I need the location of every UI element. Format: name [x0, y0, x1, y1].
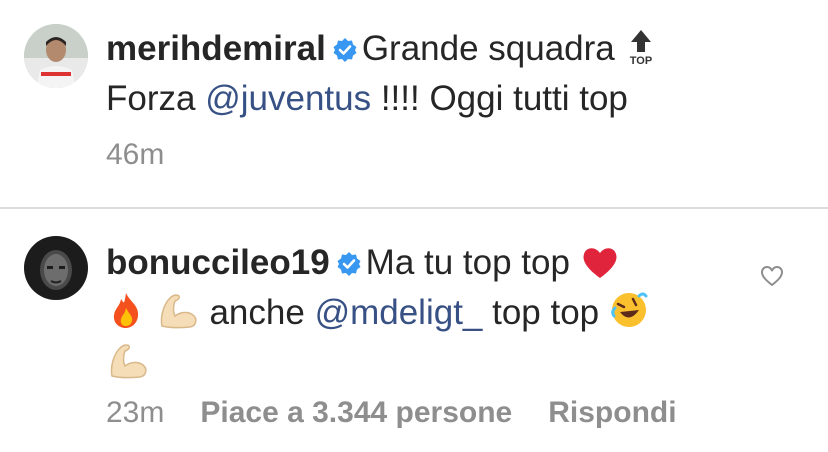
timestamp: 23m: [106, 396, 165, 429]
timestamp: 46m: [106, 138, 165, 171]
comment-bonuccileo19: bonuccileo19 Ma tu top top anche @mdeligt…: [0, 210, 828, 452]
avatar[interactable]: [24, 236, 88, 300]
likes-count-link[interactable]: Piace a 3.344 persone: [200, 396, 512, 429]
flexed-biceps-emoji: [110, 344, 147, 379]
comment-meta: 23m Piace a 3.344 persone Rispondi: [106, 396, 713, 430]
top-emoji-label: TOP: [629, 55, 651, 66]
red-heart-emoji: [583, 248, 617, 278]
username[interactable]: bonuccileo19: [106, 243, 330, 282]
comment-body: bonuccileo19 Ma tu top top anche @mdeligt…: [106, 238, 748, 388]
verified-badge-icon: [337, 252, 361, 276]
mention-link[interactable]: @mdeligt_: [315, 293, 483, 332]
comment-text-line2-end: !!!! Oggi tutti top: [371, 79, 628, 118]
flexed-biceps-emoji: [160, 294, 197, 329]
reply-button[interactable]: Rispondi: [548, 396, 676, 429]
comment-body: merihdemiral Grande squadra TOP Forza @ju…: [106, 24, 748, 124]
comment-text: Grande squadra: [361, 29, 615, 68]
username[interactable]: merihdemiral: [106, 29, 326, 68]
mention-link[interactable]: @juventus: [205, 79, 371, 118]
rofl-emoji: [611, 292, 648, 327]
comment-text-line2: anche: [209, 293, 315, 332]
comment-text-line2: Forza: [106, 79, 206, 118]
comment-text-line2-end: top top: [482, 293, 600, 332]
verified-badge-icon: [333, 38, 357, 62]
comment-merihdemiral: merihdemiral Grande squadra TOP Forza @ju…: [0, 0, 828, 207]
comment-text: Ma tu top top: [365, 243, 570, 282]
fire-emoji: [113, 293, 139, 328]
top-arrow-emoji: TOP: [629, 30, 652, 66]
divider: [0, 207, 828, 209]
comment-meta: 46m: [106, 138, 200, 172]
heart-outline-icon[interactable]: [760, 264, 784, 288]
avatar[interactable]: [24, 24, 88, 88]
